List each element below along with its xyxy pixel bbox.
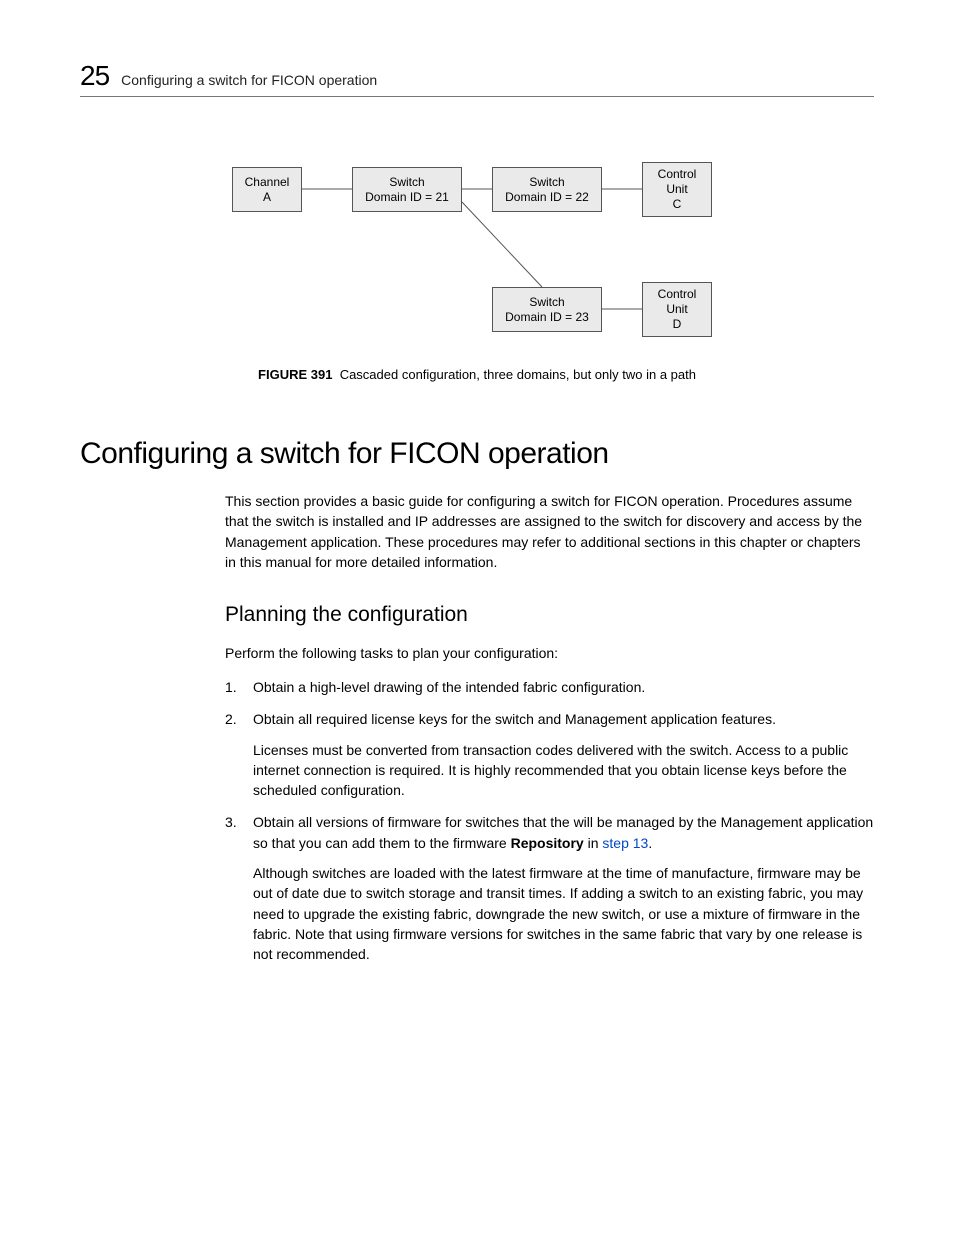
step-2-detail: Licenses must be converted from transact… — [253, 740, 874, 801]
section-intro: This section provides a basic guide for … — [225, 491, 874, 572]
figure-caption-text: Cascaded configuration, three domains, b… — [340, 367, 696, 382]
node-control-unit-d: Control Unit D — [642, 282, 712, 337]
node-switch-22: Switch Domain ID = 22 — [492, 167, 602, 212]
subsection-lead: Perform the following tasks to plan your… — [225, 643, 874, 663]
step-3-detail: Although switches are loaded with the la… — [253, 863, 874, 964]
chapter-number: 25 — [80, 60, 109, 92]
header-title: Configuring a switch for FICON operation — [121, 72, 377, 88]
steps-list: Obtain a high-level drawing of the inten… — [225, 677, 874, 965]
diagram: Channel A Switch Domain ID = 21 Switch D… — [232, 157, 722, 357]
figure-caption: FIGURE 391 Cascaded configuration, three… — [80, 367, 874, 382]
step-2: Obtain all required license keys for the… — [225, 709, 874, 800]
figure-391: Channel A Switch Domain ID = 21 Switch D… — [80, 157, 874, 382]
node-switch-21: Switch Domain ID = 21 — [352, 167, 462, 212]
step-3: Obtain all versions of firmware for swit… — [225, 812, 874, 964]
node-channel-a: Channel A — [232, 167, 302, 212]
node-control-unit-c: Control Unit C — [642, 162, 712, 217]
step-13-link[interactable]: step 13 — [602, 835, 648, 851]
step-1: Obtain a high-level drawing of the inten… — [225, 677, 874, 697]
figure-label: FIGURE 391 — [258, 367, 332, 382]
subsection-heading: Planning the configuration — [225, 600, 874, 630]
page-header: 25 Configuring a switch for FICON operat… — [80, 60, 874, 97]
section-heading: Configuring a switch for FICON operation — [80, 437, 874, 471]
node-switch-23: Switch Domain ID = 23 — [492, 287, 602, 332]
